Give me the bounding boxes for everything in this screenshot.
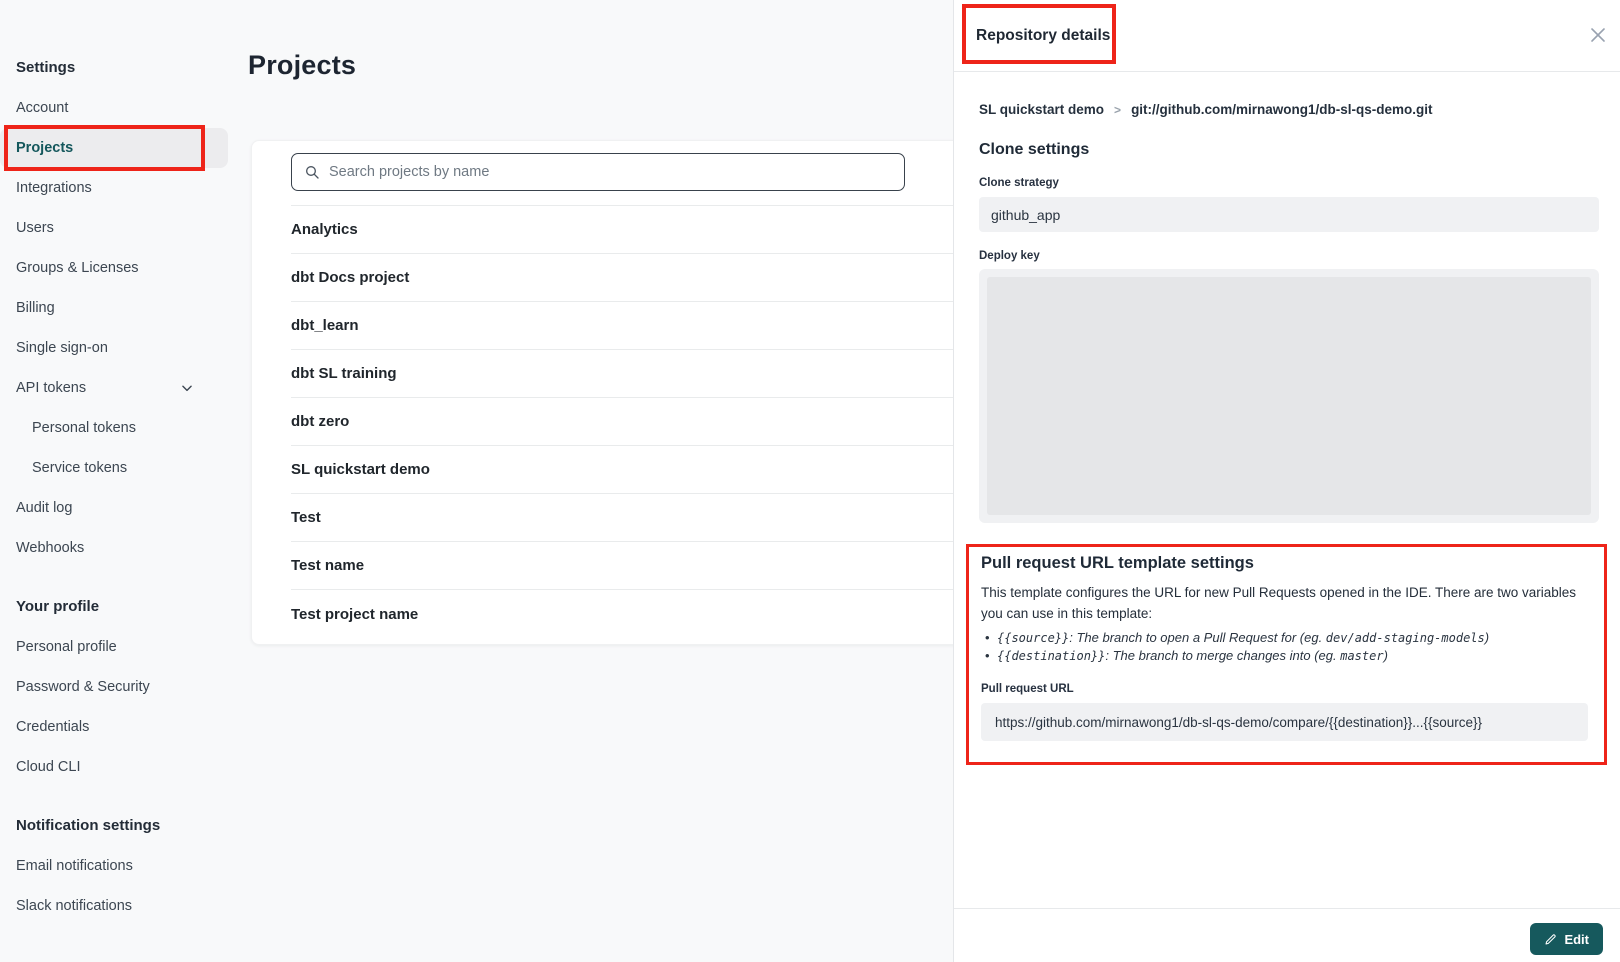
sidebar-item-slack-notifications[interactable]: Slack notifications [0,886,228,926]
breadcrumb-repo-url: git://github.com/mirnawong1/db-sl-qs-dem… [1131,102,1432,117]
sidebar-item-cloud-cli[interactable]: Cloud CLI [0,747,228,787]
sidebar-item-users[interactable]: Users [0,208,228,248]
pull-request-url-value: https://github.com/mirnawong1/db-sl-qs-d… [981,703,1588,741]
sidebar-item-groups-licenses[interactable]: Groups & Licenses [0,248,228,288]
close-icon[interactable] [1589,26,1607,44]
search-icon [304,164,320,180]
search-input[interactable] [329,164,892,180]
sidebar-item-single-sign-on[interactable]: Single sign-on [0,328,228,368]
bullet-suffix: ) [1384,648,1388,663]
page-title: Projects [248,50,356,81]
settings-sidebar: Settings Account Projects Integrations U… [0,48,240,926]
pencil-icon [1544,933,1557,946]
clone-settings-heading: Clone settings [979,141,1599,159]
sidebar-item-personal-profile[interactable]: Personal profile [0,627,228,667]
sidebar-item-personal-tokens[interactable]: Personal tokens [0,408,228,448]
clone-strategy-label: Clone strategy [979,177,1599,189]
panel-footer: Edit [954,908,1620,962]
chevron-right-icon: > [1114,103,1121,117]
sidebar-item-billing[interactable]: Billing [0,288,228,328]
sidebar-item-label: API tokens [16,380,86,396]
chevron-down-icon [180,381,194,395]
sidebar-header-your-profile: Your profile [0,587,240,627]
panel-header: Repository details [954,0,1620,72]
breadcrumb-project-name[interactable]: SL quickstart demo [979,102,1104,117]
breadcrumb: SL quickstart demo > git://github.com/mi… [979,102,1599,117]
sidebar-item-password-security[interactable]: Password & Security [0,667,228,707]
pr-template-description: This template configures the URL for new… [981,582,1581,624]
bullet-suffix: ) [1485,630,1489,645]
sidebar-header-notification-settings: Notification settings [0,806,240,846]
sidebar-item-email-notifications[interactable]: Email notifications [0,846,228,886]
list-item: {{source}}: The branch to open a Pull Re… [981,629,1588,647]
sidebar-item-label: Projects [16,140,73,156]
edit-button-label: Edit [1564,932,1589,947]
bullet-text: : The branch to merge changes into (eg. [1105,648,1340,663]
annotation-box-pr-template-section: Pull request URL template settings This … [966,544,1607,765]
sidebar-header-settings: Settings [0,48,240,88]
pr-template-heading: Pull request URL template settings [981,554,1588,573]
repository-details-panel: Repository details SL quickstart demo > … [953,0,1620,962]
variable-code: {{source}} [997,631,1069,645]
sidebar-item-webhooks[interactable]: Webhooks [0,528,228,568]
variable-example: master [1340,649,1383,663]
list-item: {{destination}}: The branch to merge cha… [981,647,1588,665]
variable-example: dev/add-staging-models [1326,631,1485,645]
deploy-key-field [979,269,1599,523]
sidebar-item-api-tokens[interactable]: API tokens [0,368,228,408]
pr-template-variables-list: {{source}}: The branch to open a Pull Re… [981,629,1588,665]
bullet-text: : The branch to open a Pull Request for … [1069,630,1326,645]
clone-strategy-value: github_app [979,197,1599,232]
variable-code: {{destination}} [997,649,1105,663]
panel-body: SL quickstart demo > git://github.com/mi… [954,102,1620,765]
deploy-key-redacted-value [987,277,1591,515]
sidebar-item-credentials[interactable]: Credentials [0,707,228,747]
pull-request-url-label: Pull request URL [981,683,1588,695]
sidebar-item-service-tokens[interactable]: Service tokens [0,448,228,488]
sidebar-item-projects[interactable]: Projects [0,128,228,168]
sidebar-item-account[interactable]: Account [0,88,228,128]
deploy-key-label: Deploy key [979,250,1599,262]
sidebar-item-audit-log[interactable]: Audit log [0,488,228,528]
project-search[interactable] [291,153,905,191]
edit-button[interactable]: Edit [1530,923,1603,955]
sidebar-item-integrations[interactable]: Integrations [0,168,228,208]
panel-title: Repository details [976,27,1110,45]
